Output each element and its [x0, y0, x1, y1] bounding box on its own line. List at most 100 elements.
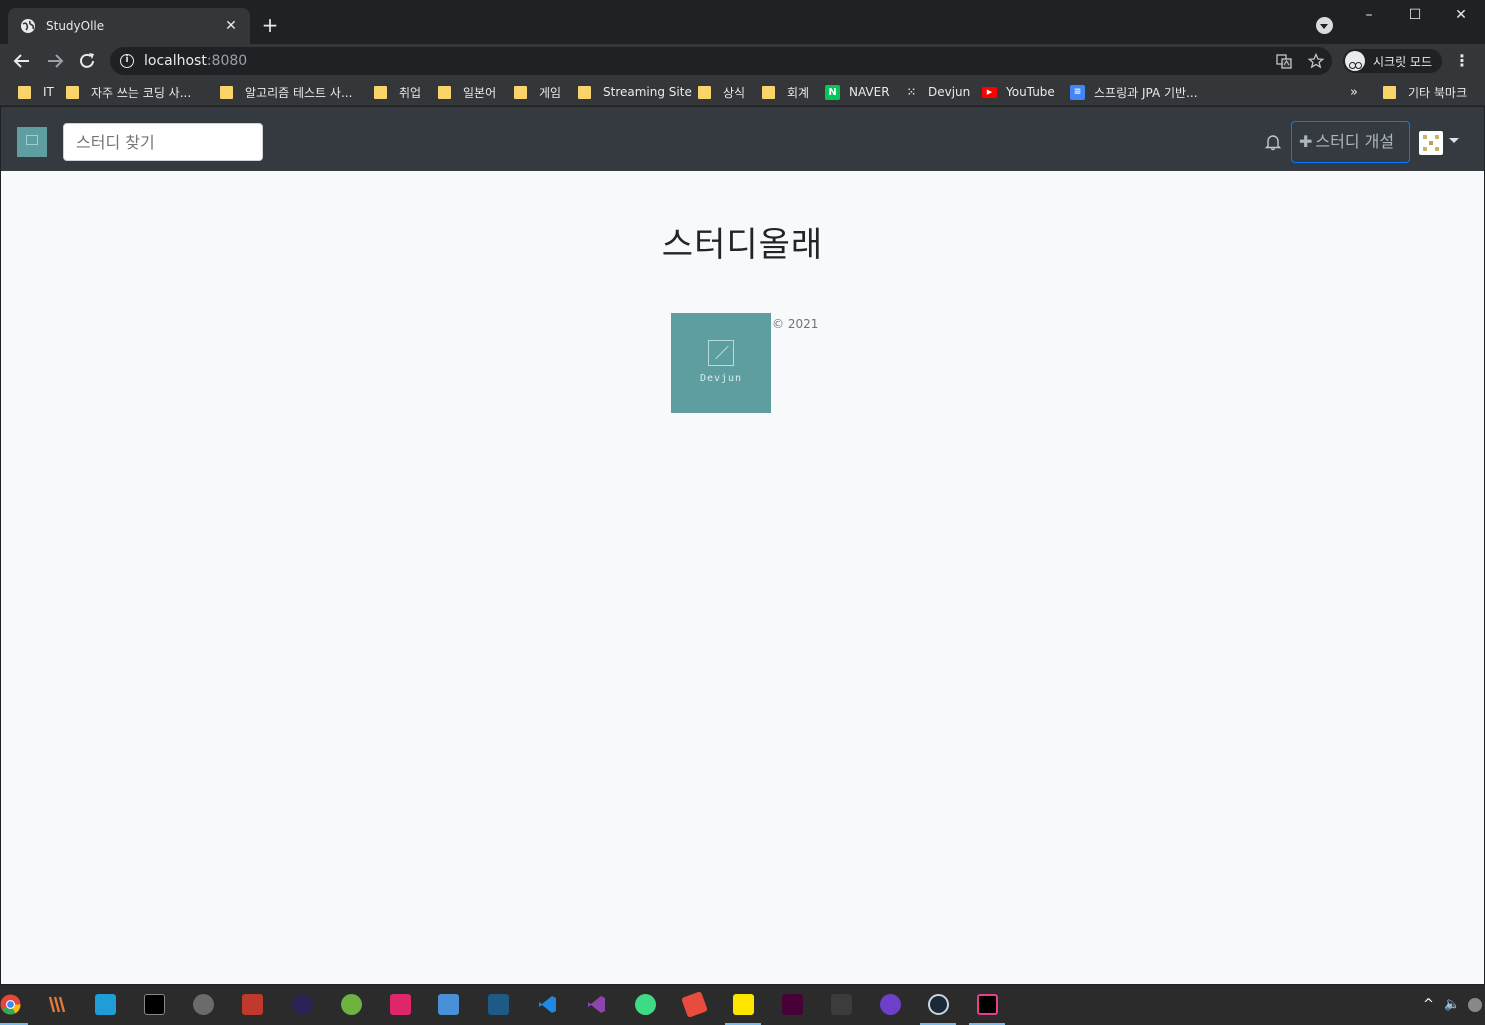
bookmark-label: 게임	[539, 85, 562, 100]
study-search-input[interactable]	[63, 123, 263, 161]
taskbar-github-desktop[interactable]	[870, 985, 910, 1025]
taskbar-cube-app[interactable]	[380, 985, 420, 1025]
bookmark-folder[interactable]: 취업	[374, 84, 421, 100]
bookmarks-bar: IT 자주 쓰는 코딩 사... 알고리즘 테스트 사... 취업 일본어 게임…	[0, 78, 1485, 106]
star-icon[interactable]	[1308, 53, 1324, 69]
gimp-icon	[193, 994, 214, 1015]
taskbar-adobe-xd[interactable]	[772, 985, 812, 1025]
folder-icon	[762, 85, 775, 99]
bell-icon[interactable]	[1264, 133, 1282, 151]
devjun-icon: ⁙	[907, 86, 916, 98]
bookmark-folder[interactable]: IT	[18, 84, 54, 100]
spring-leaf-icon	[341, 994, 362, 1015]
bookmark-docs[interactable]: ≡ 스프링과 JPA 기반...	[1070, 84, 1198, 100]
bookmark-label: 자주 쓰는 코딩 사...	[91, 85, 192, 100]
cube-icon	[390, 994, 411, 1015]
browser-tab[interactable]: StudyOlle ✕	[8, 8, 250, 44]
taskbar-vscode[interactable]	[527, 985, 567, 1025]
minimize-button[interactable]: –	[1346, 4, 1392, 28]
taskbar-pycharm[interactable]	[85, 985, 125, 1025]
other-bookmarks-folder[interactable]: 기타 북마크	[1383, 84, 1467, 100]
folder-icon	[18, 85, 31, 99]
translate-icon[interactable]	[1276, 53, 1292, 69]
footer-logo: Devjun	[671, 313, 771, 413]
avatar[interactable]	[1419, 131, 1443, 155]
taskbar-chrome[interactable]	[0, 985, 30, 1025]
taskbar-winamp[interactable]	[37, 985, 77, 1025]
bookmark-folder[interactable]: 상식	[698, 84, 745, 100]
taskbar-media-app[interactable]	[428, 985, 468, 1025]
bookmark-label: 스프링과 JPA 기반...	[1094, 85, 1198, 100]
taskbar-eclipse[interactable]	[282, 985, 322, 1025]
bookmark-youtube[interactable]: ▶ YouTube	[982, 84, 1055, 100]
page-title: 스터디올래	[661, 225, 824, 265]
intellij-icon	[977, 994, 998, 1015]
bookmark-label: 취업	[399, 85, 422, 100]
incognito-label: 시크릿 모드	[1373, 54, 1433, 69]
reload-icon[interactable]	[75, 49, 99, 73]
incognito-indicator[interactable]: 시크릿 모드	[1343, 49, 1443, 73]
github-icon	[880, 994, 901, 1015]
youtube-icon: ▶	[982, 86, 997, 98]
taskbar-kakaotalk[interactable]	[723, 985, 763, 1025]
back-arrow-icon[interactable]	[10, 49, 34, 73]
taskbar-android-studio[interactable]	[625, 985, 665, 1025]
close-window-button[interactable]: ✕	[1438, 4, 1484, 28]
new-tab-button[interactable]: +	[258, 14, 282, 38]
bookmark-naver[interactable]: N NAVER	[825, 84, 890, 100]
kebab-menu-icon[interactable]: ⋮	[1452, 49, 1472, 73]
taskbar-notepad[interactable]	[232, 985, 272, 1025]
vscode-icon	[539, 996, 556, 1013]
bookmark-label: 일본어	[463, 85, 497, 100]
taskbar-terminal[interactable]	[134, 985, 174, 1025]
brand-logo[interactable]	[17, 127, 47, 157]
forward-arrow-icon[interactable]	[43, 49, 67, 73]
bookmark-folder[interactable]: Streaming Site	[578, 84, 692, 100]
tab-strip: StudyOlle ✕ + – ☐ ✕	[0, 0, 1485, 44]
info-icon[interactable]: i	[120, 54, 134, 68]
docs-icon: ≡	[1070, 84, 1085, 100]
taskbar-steam[interactable]	[918, 985, 958, 1025]
profile-dropdown-chevron-icon[interactable]	[1449, 138, 1459, 143]
tray-chevron-icon[interactable]: ^	[1423, 995, 1434, 1015]
kakaotalk-icon	[733, 994, 754, 1015]
taskbar-cmd[interactable]	[821, 985, 861, 1025]
bookmark-devjun[interactable]: ⁙ Devjun	[904, 84, 970, 100]
site-navbar: ✚스터디 개설	[1, 107, 1484, 171]
copyright-text: © 2021	[772, 317, 819, 331]
taskbar-gimp[interactable]	[183, 985, 223, 1025]
bookmark-label: 회계	[787, 85, 810, 100]
taskbar-visual-studio[interactable]	[576, 985, 616, 1025]
globe-icon	[21, 19, 35, 33]
taskbar-fontforge[interactable]	[674, 985, 714, 1025]
plus-icon: ✚	[1299, 132, 1313, 151]
bookmark-label: 알고리즘 테스트 사...	[245, 85, 353, 100]
tab-search-icon[interactable]	[1316, 17, 1333, 34]
adobe-xd-icon	[782, 994, 803, 1015]
avatar-pixel	[1423, 147, 1427, 151]
chrome-icon	[0, 994, 21, 1015]
winamp-icon	[48, 996, 66, 1013]
address-bar[interactable]: i localhost:8080	[110, 47, 1332, 75]
bookmarks-overflow-button[interactable]: »	[1350, 84, 1358, 100]
taskbar-mysql-workbench[interactable]	[478, 985, 518, 1025]
taskbar-spring-tool[interactable]	[331, 985, 371, 1025]
maximize-button[interactable]: ☐	[1392, 4, 1438, 28]
tab-close-icon[interactable]: ✕	[222, 18, 240, 34]
bookmark-folder[interactable]: 알고리즘 테스트 사...	[220, 84, 352, 100]
bookmark-folder[interactable]: 게임	[514, 84, 561, 100]
taskbar-intellij[interactable]	[967, 985, 1007, 1025]
network-disconnected-icon[interactable]	[1468, 998, 1482, 1012]
folder-icon	[438, 85, 451, 99]
bookmark-label: 상식	[723, 85, 746, 100]
folder-icon	[66, 85, 79, 99]
bookmark-folder[interactable]: 자주 쓰는 코딩 사...	[66, 84, 191, 100]
create-study-button[interactable]: ✚ 스터디 개설	[1291, 121, 1410, 163]
bookmark-folder[interactable]: 회계	[762, 84, 809, 100]
avatar-pixel	[1435, 135, 1439, 139]
browser-toolbar: i localhost:8080 시크릿 모드 ⋮	[0, 44, 1485, 78]
bookmark-folder[interactable]: 일본어	[438, 84, 496, 100]
volume-icon[interactable]: 🔈	[1444, 995, 1460, 1015]
android-icon	[635, 994, 656, 1015]
logo-text: Devjun	[699, 373, 743, 384]
